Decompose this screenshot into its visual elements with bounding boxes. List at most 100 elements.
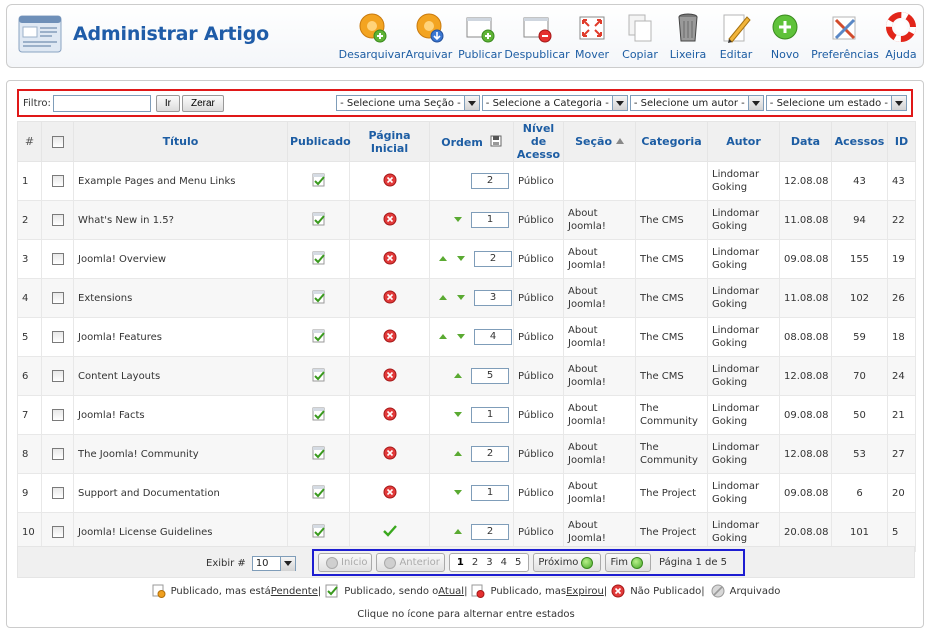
order-up-icon[interactable] bbox=[439, 256, 447, 261]
order-input[interactable]: 1 bbox=[471, 212, 509, 228]
category-link[interactable] bbox=[635, 161, 708, 201]
access-level-link[interactable]: Público bbox=[513, 356, 564, 396]
col-author[interactable]: Autor bbox=[707, 121, 780, 162]
article-title-link[interactable]: Joomla! Features bbox=[73, 317, 288, 357]
unpublish-button[interactable]: Despublicar bbox=[504, 11, 570, 65]
published-toggle-icon[interactable] bbox=[311, 212, 327, 230]
order-input[interactable]: 5 bbox=[471, 368, 509, 384]
category-select[interactable]: - Selecione a Categoria - bbox=[481, 95, 628, 111]
row-checkbox[interactable] bbox=[51, 448, 64, 460]
frontpage-no-icon[interactable] bbox=[383, 329, 397, 346]
order-input[interactable]: 2 bbox=[471, 173, 509, 189]
order-down-icon[interactable] bbox=[454, 412, 462, 417]
published-toggle-icon[interactable] bbox=[311, 251, 327, 269]
row-checkbox[interactable] bbox=[51, 526, 64, 538]
order-input[interactable]: 2 bbox=[471, 446, 509, 462]
section-link[interactable]: About Joomla! bbox=[563, 278, 636, 318]
category-link[interactable]: The Community bbox=[635, 434, 708, 474]
display-num-select[interactable]: 10 bbox=[251, 556, 296, 571]
col-date[interactable]: Data bbox=[779, 121, 832, 162]
frontpage-no-icon[interactable] bbox=[383, 446, 397, 463]
new-button[interactable]: Novo bbox=[761, 11, 809, 65]
section-link[interactable]: About Joomla! bbox=[563, 239, 636, 279]
order-up-icon[interactable] bbox=[439, 295, 447, 300]
article-title-link[interactable]: Example Pages and Menu Links bbox=[73, 161, 288, 201]
author-link[interactable]: Lindomar Goking bbox=[707, 161, 780, 201]
article-title-link[interactable]: Joomla! Overview bbox=[73, 239, 288, 279]
published-toggle-icon[interactable] bbox=[311, 368, 327, 386]
category-link[interactable]: The CMS bbox=[635, 239, 708, 279]
author-select[interactable]: - Selecione um autor - bbox=[629, 95, 764, 111]
page-link-5[interactable]: 5 bbox=[515, 557, 521, 568]
help-button[interactable]: Ajuda bbox=[881, 11, 921, 65]
published-toggle-icon[interactable] bbox=[311, 407, 327, 425]
access-level-link[interactable]: Público bbox=[513, 200, 564, 240]
access-level-link[interactable]: Público bbox=[513, 395, 564, 435]
author-link[interactable]: Lindomar Goking bbox=[707, 239, 780, 279]
order-down-icon[interactable] bbox=[457, 334, 465, 339]
section-link[interactable]: About Joomla! bbox=[563, 473, 636, 513]
access-level-link[interactable]: Público bbox=[513, 473, 564, 513]
row-checkbox[interactable] bbox=[51, 292, 64, 304]
frontpage-no-icon[interactable] bbox=[383, 251, 397, 268]
page-link-3[interactable]: 3 bbox=[486, 557, 492, 568]
page-link-4[interactable]: 4 bbox=[501, 557, 507, 568]
unarchive-button[interactable]: Desarquivar bbox=[339, 11, 405, 65]
author-link[interactable]: Lindomar Goking bbox=[707, 356, 780, 396]
copy-button[interactable]: Copiar bbox=[615, 11, 665, 65]
frontpage-no-icon[interactable] bbox=[383, 407, 397, 424]
col-title[interactable]: Título bbox=[73, 121, 288, 162]
move-button[interactable]: Mover bbox=[569, 11, 615, 65]
article-title-link[interactable]: Extensions bbox=[73, 278, 288, 318]
author-link[interactable]: Lindomar Goking bbox=[707, 473, 780, 513]
section-select[interactable]: - Selecione uma Seção - bbox=[336, 95, 480, 111]
filter-go-button[interactable]: Ir bbox=[155, 94, 180, 112]
article-title-link[interactable]: The Joomla! Community bbox=[73, 434, 288, 474]
page-link-1[interactable]: 1 bbox=[457, 557, 464, 568]
frontpage-no-icon[interactable] bbox=[383, 368, 397, 385]
category-link[interactable]: The CMS bbox=[635, 200, 708, 240]
category-link[interactable]: The Community bbox=[635, 395, 708, 435]
page-end-button[interactable]: Fim bbox=[605, 553, 651, 572]
select-all-checkbox[interactable] bbox=[51, 136, 64, 148]
order-down-icon[interactable] bbox=[457, 256, 465, 261]
category-link[interactable]: The CMS bbox=[635, 278, 708, 318]
order-up-icon[interactable] bbox=[454, 373, 462, 378]
access-level-link[interactable]: Público bbox=[513, 317, 564, 357]
access-level-link[interactable]: Público bbox=[513, 434, 564, 474]
published-toggle-icon[interactable] bbox=[311, 329, 327, 347]
access-level-link[interactable]: Público bbox=[513, 161, 564, 201]
col-access[interactable]: Nível de Acesso bbox=[513, 121, 564, 162]
order-up-icon[interactable] bbox=[439, 334, 447, 339]
published-toggle-icon[interactable] bbox=[311, 173, 327, 191]
article-title-link[interactable]: What's New in 1.5? bbox=[73, 200, 288, 240]
author-link[interactable]: Lindomar Goking bbox=[707, 317, 780, 357]
col-hits[interactable]: Acessos bbox=[831, 121, 888, 162]
article-title-link[interactable]: Support and Documentation bbox=[73, 473, 288, 513]
frontpage-no-icon[interactable] bbox=[383, 290, 397, 307]
publish-button[interactable]: Publicar bbox=[455, 11, 505, 65]
col-section[interactable]: Seção bbox=[563, 121, 636, 162]
category-link[interactable]: The CMS bbox=[635, 356, 708, 396]
col-id[interactable]: ID bbox=[887, 121, 916, 162]
state-select[interactable]: - Selecione um estado - bbox=[765, 95, 907, 111]
order-up-icon[interactable] bbox=[454, 451, 462, 456]
frontpage-yes-icon[interactable] bbox=[382, 524, 398, 541]
order-input[interactable]: 1 bbox=[471, 407, 509, 423]
author-link[interactable]: Lindomar Goking bbox=[707, 278, 780, 318]
row-checkbox[interactable] bbox=[51, 370, 64, 382]
order-input[interactable]: 3 bbox=[474, 290, 512, 306]
published-toggle-icon[interactable] bbox=[311, 524, 327, 542]
row-checkbox[interactable] bbox=[51, 331, 64, 343]
order-input[interactable]: 1 bbox=[471, 485, 509, 501]
row-checkbox[interactable] bbox=[51, 214, 64, 226]
order-input[interactable]: 2 bbox=[471, 524, 509, 540]
section-link[interactable] bbox=[563, 161, 636, 201]
published-toggle-icon[interactable] bbox=[311, 446, 327, 464]
article-title-link[interactable]: Content Layouts bbox=[73, 356, 288, 396]
row-checkbox[interactable] bbox=[51, 175, 64, 187]
author-link[interactable]: Lindomar Goking bbox=[707, 434, 780, 474]
section-link[interactable]: About Joomla! bbox=[563, 200, 636, 240]
order-up-icon[interactable] bbox=[454, 529, 462, 534]
access-level-link[interactable]: Público bbox=[513, 278, 564, 318]
